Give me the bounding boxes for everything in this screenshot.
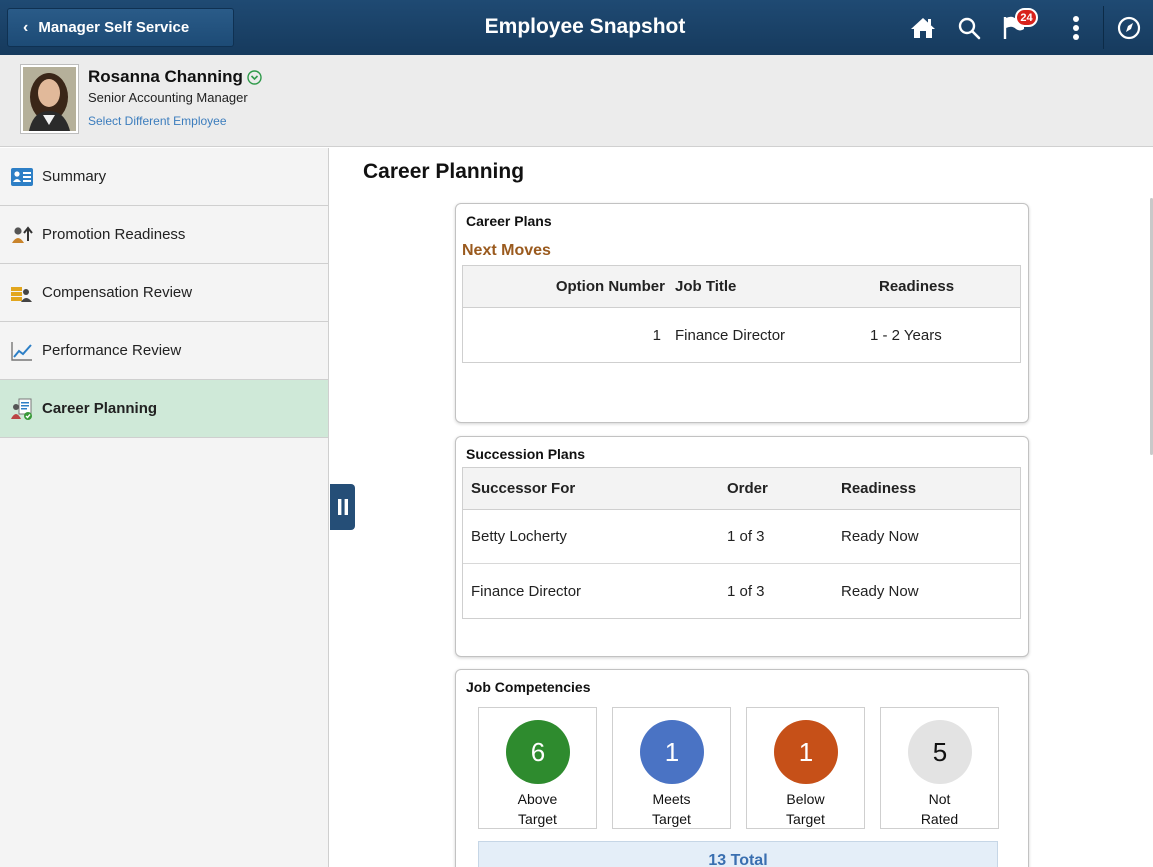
summary-card-icon xyxy=(11,166,33,188)
table-row[interactable]: Finance Director 1 of 3 Ready Now xyxy=(463,564,1020,618)
back-button-label: Manager Self Service xyxy=(38,19,190,36)
notification-badge: 24 xyxy=(1015,8,1038,27)
table-row[interactable]: 1 Finance Director 1 - 2 Years xyxy=(463,308,1020,362)
count-circle: 6 xyxy=(506,720,570,784)
job-competencies-card: Job Competencies 6 Above Target 1 Meets … xyxy=(455,669,1029,867)
nav-item-label: Performance Review xyxy=(42,342,182,359)
promotion-icon xyxy=(11,224,33,246)
tile-label-line: Meets xyxy=(652,791,691,807)
job-title-cell: Finance Director xyxy=(675,326,786,344)
competency-tile-below-target[interactable]: 1 Below Target xyxy=(746,707,865,829)
banner-divider xyxy=(1103,6,1104,49)
search-icon[interactable] xyxy=(952,11,986,44)
nav-item-summary[interactable]: Summary xyxy=(0,148,328,206)
career-planning-icon xyxy=(11,398,33,420)
nav-item-performance-review[interactable]: Performance Review xyxy=(0,322,328,380)
succession-plans-card: Succession Plans Successor For Order Rea… xyxy=(455,436,1029,657)
readiness-cell: 1 - 2 Years xyxy=(870,326,942,344)
tile-label-line: Target xyxy=(652,811,691,827)
employee-name-row: Rosanna Channing xyxy=(88,67,262,87)
card-title: Succession Plans xyxy=(466,446,586,462)
nav-item-label: Compensation Review xyxy=(42,284,193,301)
successor-for-cell: Finance Director xyxy=(471,582,582,600)
employee-photo xyxy=(20,64,79,134)
home-icon[interactable] xyxy=(905,11,941,44)
chevron-left-icon: ‹ xyxy=(23,18,29,36)
page-title: Employee Snapshot xyxy=(484,15,686,38)
competency-tile-meets-target[interactable]: 1 Meets Target xyxy=(612,707,731,829)
grid-header-row: Option Number Job Title Readiness xyxy=(463,266,1020,308)
nav-item-compensation-review[interactable]: Compensation Review xyxy=(0,264,328,322)
collapse-panel-button[interactable] xyxy=(330,484,355,530)
career-plans-card: Career Plans Next Moves Option Number Jo… xyxy=(455,203,1029,423)
actions-menu-icon[interactable] xyxy=(1066,11,1086,44)
column-header: Readiness xyxy=(841,480,917,497)
competency-tile-not-rated[interactable]: 5 Not Rated xyxy=(880,707,999,829)
nav-item-label: Promotion Readiness xyxy=(42,226,186,243)
successor-for-cell: Betty Locherty xyxy=(471,528,567,545)
tile-label: Above Target xyxy=(479,789,596,829)
column-header: Successor For xyxy=(471,480,576,497)
competency-tile-above-target[interactable]: 6 Above Target xyxy=(478,707,597,829)
card-title: Job Competencies xyxy=(466,679,591,695)
nav-item-career-planning[interactable]: Career Planning xyxy=(0,380,328,438)
readiness-cell: Ready Now xyxy=(841,528,919,545)
tile-label-line: Target xyxy=(518,811,557,827)
next-moves-heading: Next Moves xyxy=(462,242,551,259)
tile-label-line: Not xyxy=(928,791,951,807)
tile-label-line: Above xyxy=(517,791,558,807)
option-number-cell: 1 xyxy=(652,326,661,344)
card-title: Career Plans xyxy=(466,213,552,229)
employee-header: Rosanna Channing Senior Accounting Manag… xyxy=(0,55,1153,147)
order-cell: 1 of 3 xyxy=(727,582,765,600)
column-header: Option Number xyxy=(555,278,665,295)
employee-name: Rosanna Channing xyxy=(88,67,243,86)
tile-label: Meets Target xyxy=(613,789,730,829)
column-header: Readiness xyxy=(879,278,955,295)
next-moves-grid: Option Number Job Title Readiness 1 Fina… xyxy=(462,265,1021,363)
trend-chart-icon xyxy=(11,340,33,362)
tile-label-line: Below xyxy=(786,791,825,807)
nav-item-promotion-readiness[interactable]: Promotion Readiness xyxy=(0,206,328,264)
employee-job-title: Senior Accounting Manager xyxy=(88,90,248,105)
navbar-compass-icon[interactable] xyxy=(1114,11,1144,44)
column-header: Job Title xyxy=(675,278,737,295)
readiness-cell: Ready Now xyxy=(841,582,919,600)
competency-tiles: 6 Above Target 1 Meets Target 1 Below Ta… xyxy=(478,707,999,829)
succession-grid: Successor For Order Readiness Betty Loch… xyxy=(462,467,1021,619)
tile-label: Below Target xyxy=(747,789,864,829)
count-circle: 1 xyxy=(640,720,704,784)
tile-label-line: Rated xyxy=(920,811,959,827)
pause-bars-icon xyxy=(337,499,348,515)
notification-flag-icon[interactable]: 24 xyxy=(1000,8,1040,44)
competency-total[interactable]: 13 Total xyxy=(478,841,998,867)
tile-label-line: Target xyxy=(786,811,825,827)
column-header: Order xyxy=(727,480,768,497)
top-banner: ‹ Manager Self Service Employee Snapshot… xyxy=(0,0,1153,55)
back-button[interactable]: ‹ Manager Self Service xyxy=(7,8,234,47)
order-cell: 1 of 3 xyxy=(727,528,765,545)
count-circle: 1 xyxy=(774,720,838,784)
select-different-employee-link[interactable]: Select Different Employee xyxy=(88,114,227,128)
grid-header-row: Successor For Order Readiness xyxy=(463,468,1020,510)
nav-item-label: Career Planning xyxy=(42,400,158,417)
count-circle: 5 xyxy=(908,720,972,784)
compensation-icon xyxy=(11,282,33,304)
section-title: Career Planning xyxy=(363,160,525,183)
chevron-down-circle-icon[interactable] xyxy=(247,69,262,85)
tile-label: Not Rated xyxy=(881,789,998,829)
nav-item-label: Summary xyxy=(42,168,107,185)
table-row[interactable]: Betty Locherty 1 of 3 Ready Now xyxy=(463,510,1020,564)
left-nav: Summary Promotion Readiness Compensation… xyxy=(0,148,329,867)
